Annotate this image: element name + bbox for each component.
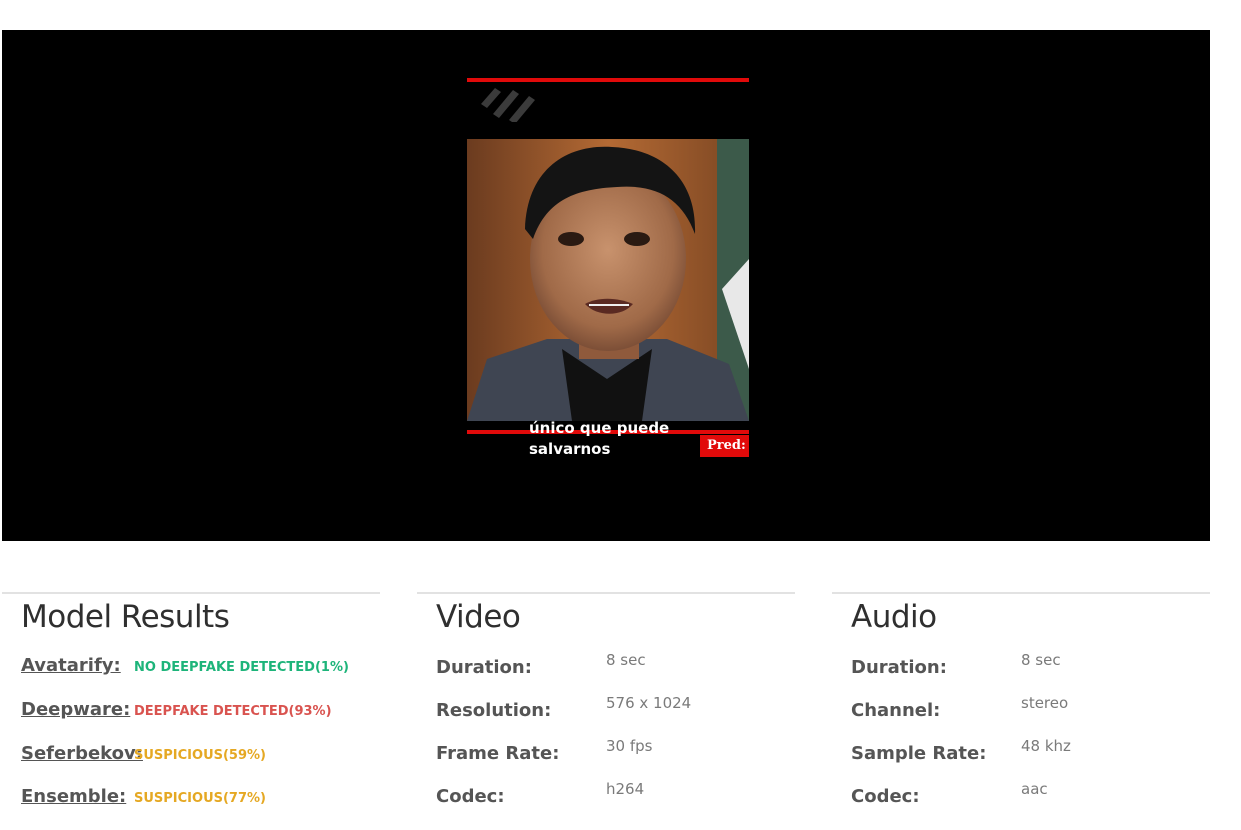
video-duration-value: 8 sec bbox=[606, 651, 646, 669]
speaker-image bbox=[467, 139, 749, 421]
video-duration-label: Duration: bbox=[436, 657, 532, 678]
caption-line-2: salvarnos bbox=[529, 440, 611, 458]
model-result-ensemble: SUSPICIOUS(77%) bbox=[134, 791, 266, 806]
audio-samplerate-row: Sample Rate: 48 khz bbox=[851, 737, 1211, 773]
video-codec-value: h264 bbox=[606, 780, 645, 798]
prediction-badge: Pred: ( bbox=[700, 435, 749, 457]
audio-info-panel: Audio Duration: 8 sec Channel: stereo Sa… bbox=[832, 592, 1210, 807]
model-row-ensemble: Ensemble: SUSPICIOUS(77%) bbox=[21, 786, 381, 816]
video-codec-row: Codec: h264 bbox=[436, 780, 796, 816]
video-player[interactable]: único que puede salvarnos Pred: ( bbox=[2, 30, 1210, 541]
model-row-deepware: Deepware: DEEPFAKE DETECTED(93%) bbox=[21, 699, 381, 729]
model-result-deepware: DEEPFAKE DETECTED(93%) bbox=[134, 704, 332, 719]
model-link-seferbekov[interactable]: Seferbekov: bbox=[21, 743, 143, 764]
video-framerate-row: Frame Rate: 30 fps bbox=[436, 737, 796, 773]
audio-channel-value: stereo bbox=[1021, 694, 1069, 712]
caption-line-1: único que puede bbox=[529, 419, 670, 437]
model-link-avatarify[interactable]: Avatarify: bbox=[21, 655, 121, 676]
audio-duration-label: Duration: bbox=[851, 657, 947, 678]
audio-duration-row: Duration: 8 sec bbox=[851, 651, 1211, 687]
model-row-avatarify: Avatarify: NO DEEPFAKE DETECTED(1%) bbox=[21, 655, 381, 685]
model-results-panel: Model Results Avatarify: NO DEEPFAKE DET… bbox=[2, 592, 380, 807]
video-duration-row: Duration: 8 sec bbox=[436, 651, 796, 687]
video-framerate-label: Frame Rate: bbox=[436, 743, 560, 764]
audio-samplerate-label: Sample Rate: bbox=[851, 743, 987, 764]
video-resolution-label: Resolution: bbox=[436, 700, 552, 721]
video-info-panel: Video Duration: 8 sec Resolution: 576 x … bbox=[417, 592, 795, 807]
model-link-ensemble[interactable]: Ensemble: bbox=[21, 786, 126, 807]
audio-codec-label: Codec: bbox=[851, 786, 920, 807]
model-link-deepware[interactable]: Deepware: bbox=[21, 699, 130, 720]
video-frame: único que puede salvarnos Pred: ( bbox=[465, 78, 749, 461]
video-codec-label: Codec: bbox=[436, 786, 505, 807]
video-framerate-value: 30 fps bbox=[606, 737, 653, 755]
audio-samplerate-value: 48 khz bbox=[1021, 737, 1071, 755]
video-resolution-row: Resolution: 576 x 1024 bbox=[436, 694, 796, 730]
video-resolution-value: 576 x 1024 bbox=[606, 694, 692, 712]
model-result-avatarify: NO DEEPFAKE DETECTED(1%) bbox=[134, 660, 349, 675]
video-info-title: Video bbox=[436, 599, 521, 635]
channel-logo-icon bbox=[481, 88, 535, 122]
model-row-seferbekov: Seferbekov: SUSPICIOUS(59%) bbox=[21, 743, 381, 773]
audio-codec-value: aac bbox=[1021, 780, 1048, 798]
model-results-title: Model Results bbox=[21, 599, 230, 635]
audio-duration-value: 8 sec bbox=[1021, 651, 1061, 669]
audio-info-title: Audio bbox=[851, 599, 937, 635]
subtitle-caption: único que puede salvarnos bbox=[529, 418, 669, 460]
model-result-seferbekov: SUSPICIOUS(59%) bbox=[134, 748, 266, 763]
audio-codec-row: Codec: aac bbox=[851, 780, 1211, 816]
audio-channel-label: Channel: bbox=[851, 700, 941, 721]
audio-channel-row: Channel: stereo bbox=[851, 694, 1211, 730]
